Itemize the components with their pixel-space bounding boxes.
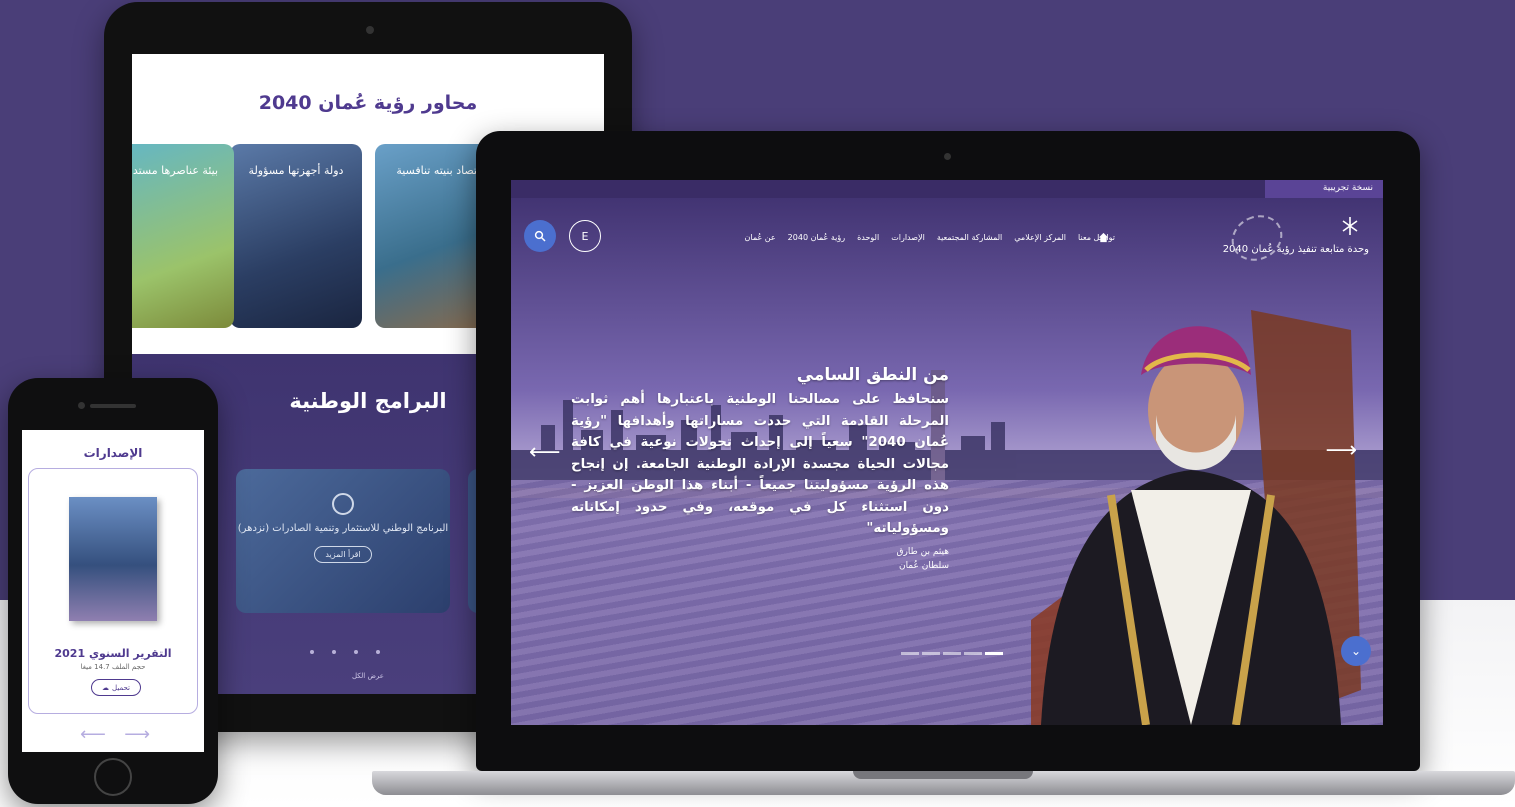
axes-title: محاور رؤية عُمان 2040 [258,92,478,114]
download-label: تحميل [112,683,130,692]
scroll-down-button[interactable]: ⌄ [1341,636,1371,666]
khanjar-emblem-icon [1342,217,1358,235]
report-title: التقرير السنوي 2021 [54,647,172,660]
axis-card-label: دولة أجهزتها مسؤولة [248,164,344,177]
slider-pagination[interactable] [901,652,1003,655]
program-card[interactable]: البرنامج الوطني للاستثمار وتنمية الصادرا… [236,469,450,613]
next-arrow-icon[interactable]: ⟶ [124,724,150,745]
axis-card-label: بيئة عناصرها مستدامة [132,164,219,177]
language-toggle-button[interactable]: E [569,220,601,252]
nav-item-community[interactable]: المشاركة المجتمعية [937,233,1002,242]
search-button[interactable] [524,220,556,252]
quote-attribution: هيثم بن طارق سلطان عُمان [883,545,949,573]
attribution-name: هيثم بن طارق [896,547,949,557]
nav-item-unit[interactable]: الوحدة [857,233,879,242]
carousel-dots[interactable] [310,650,380,654]
royal-quote: من النطق السامي سنحافظ على مصالحنا الوطن… [571,365,949,540]
attribution-title: سلطان عُمان [898,561,949,571]
tablet-camera [366,26,374,34]
report-file-size: حجم الملف 14.7 ميغا [80,663,146,671]
phone-screen: الإصدارات التقرير السنوي 2021 حجم الملف … [22,430,204,752]
axis-card-environment[interactable]: بيئة عناصرها مستدامة [132,144,234,328]
quote-text: سنحافظ على مصالحنا الوطنية باعتبارها أهم… [571,392,949,536]
search-icon [534,230,546,242]
phone-home-button[interactable] [94,758,132,796]
nav-item-media-center[interactable]: المركز الإعلامي [1014,233,1066,242]
nav-item-contact[interactable]: تواصل معنا [1078,233,1115,242]
phone-speaker [90,404,136,408]
device-mockup-scene: محاور رؤية عُمان 2040 اقتصاد بنيته تنافس… [0,0,1515,807]
program-logo-icon [332,493,354,515]
publication-nav: ⟵ ⟶ [80,724,150,745]
phone-camera [78,402,85,409]
read-more-button[interactable]: اقرأ المزيد [314,546,372,563]
site-logo-text[interactable]: وحدة متابعة تنفيذ رؤية عُمان 2040 [1223,244,1369,256]
publications-title: الإصدارات [83,446,143,460]
home-icon[interactable] [1098,232,1109,243]
top-bar: نسخة تجريبية [511,180,1383,198]
beta-label: نسخة تجريبية [1322,183,1373,193]
prev-arrow-icon[interactable]: ⟵ [80,724,106,745]
download-button[interactable]: تحميل ☁ [91,679,141,696]
publication-card[interactable]: التقرير السنوي 2021 حجم الملف 14.7 ميغا … [28,468,198,714]
axis-card-label: اقتصاد بنيته تنافسية [396,164,486,177]
nav-item-publications[interactable]: الإصدارات [891,233,925,242]
program-card-label: البرنامج الوطني للاستثمار وتنمية الصادرا… [237,523,449,534]
quote-heading: من النطق السامي [796,365,949,385]
nav-item-about-oman[interactable]: عن عُمان [745,233,776,242]
cloud-download-icon: ☁ [102,683,110,692]
phone-device: الإصدارات التقرير السنوي 2021 حجم الملف … [8,378,218,804]
nav-menu: عن عُمان رؤية عُمان 2040 الوحدة الإصدارا… [745,233,1115,242]
nav-item-oman-vision[interactable]: رؤية عُمان 2040 [788,233,845,242]
laptop-camera [944,153,951,160]
slider-prev-arrow-icon[interactable]: ⟵ [529,440,561,465]
report-cover-image [69,497,157,621]
slider-next-arrow-icon[interactable]: ⟶ [1325,438,1357,463]
laptop-notch [853,771,1033,779]
chevron-down-icon: ⌄ [1350,644,1362,658]
sultan-portrait-image [1031,310,1361,725]
axis-card-governance[interactable]: دولة أجهزتها مسؤولة [230,144,362,328]
laptop-screen: نسخة تجريبية عن عُمان رؤية عُمان 2040 ال… [511,180,1383,725]
